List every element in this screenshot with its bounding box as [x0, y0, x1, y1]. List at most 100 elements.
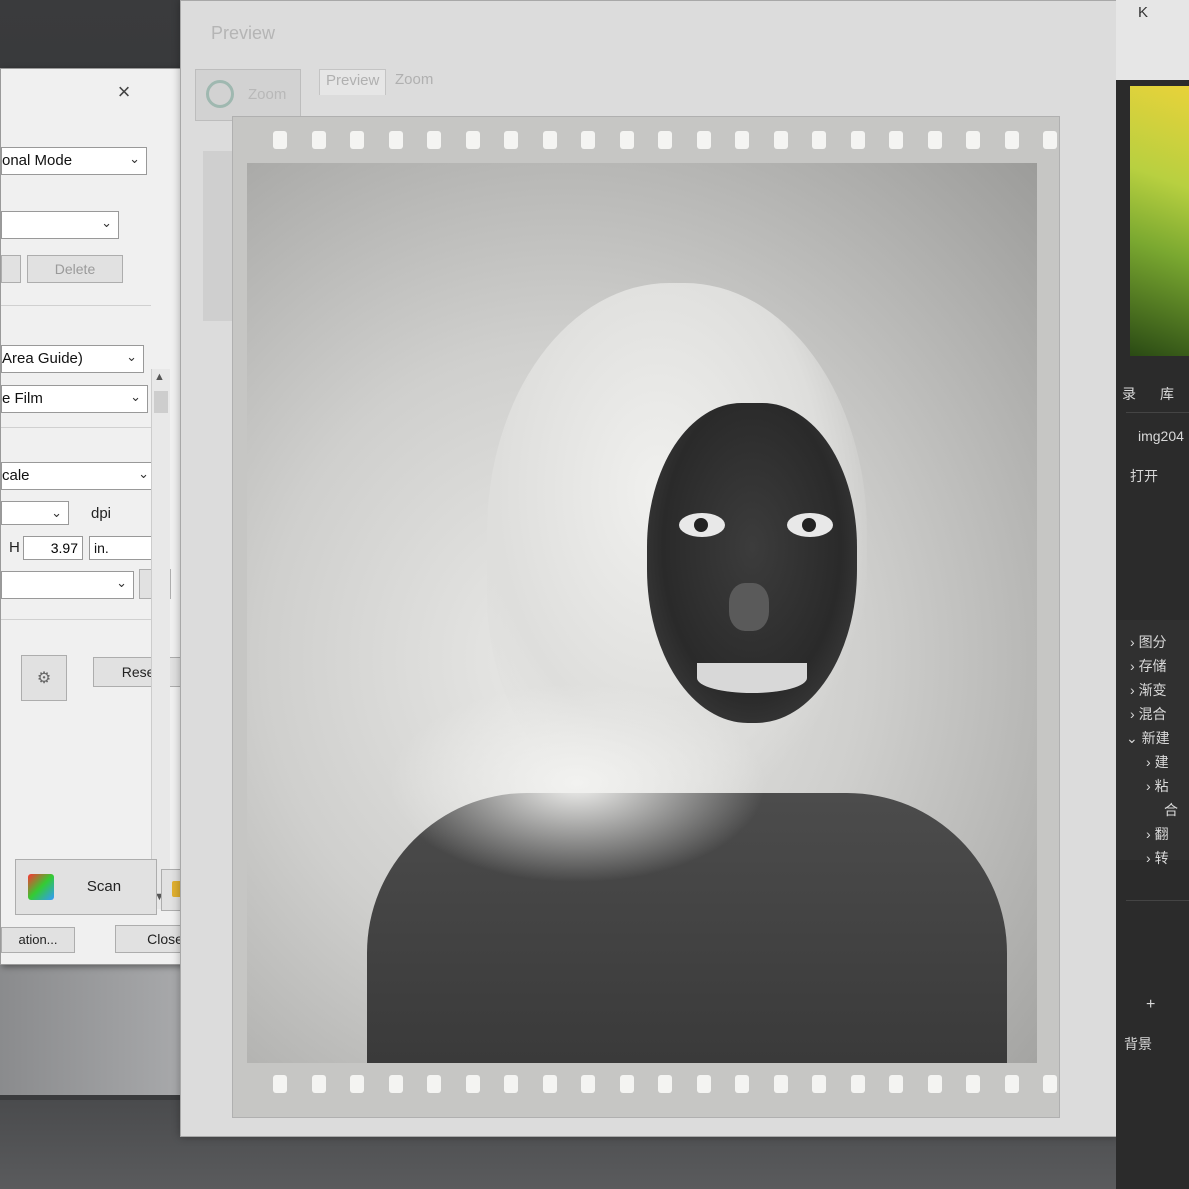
history-item-label: 图分: [1138, 634, 1167, 650]
history-item[interactable]: 合: [1164, 800, 1178, 820]
negative-frame: [247, 163, 1037, 1063]
sprocket-hole: [1043, 131, 1057, 149]
mode-select-value: onal Mode: [2, 152, 73, 169]
color-picker-field[interactable]: [1130, 86, 1189, 356]
window-title: Preview: [211, 23, 276, 43]
nose: [729, 583, 769, 631]
history-item[interactable]: › 建: [1146, 752, 1169, 772]
close-icon[interactable]: ×: [113, 81, 135, 103]
sprocket-hole: [812, 131, 826, 149]
auto-adjust-icon: ⚙: [36, 670, 52, 687]
sprocket-hole: [388, 131, 403, 149]
image-type-value: cale: [2, 467, 30, 484]
divider: [1126, 900, 1189, 901]
document-source-select[interactable]: Area Guide) ⌄: [1, 345, 144, 373]
history-item-label: 翻: [1154, 826, 1169, 842]
history-item-label: 渐变: [1138, 682, 1167, 698]
history-item[interactable]: › 翻: [1146, 824, 1169, 844]
height-input[interactable]: 3.97: [23, 536, 83, 560]
reset-button[interactable]: Reset: [93, 657, 187, 687]
add-layer-icon[interactable]: +: [1146, 996, 1155, 1014]
settings-scrollbar[interactable]: ▲ ▼: [151, 369, 170, 909]
sprocket-hole: [1004, 1075, 1019, 1093]
sprocket-hole: [658, 131, 672, 149]
film-type-value: e Film: [2, 390, 43, 407]
sprocket-hole: [504, 131, 518, 149]
settings-select[interactable]: ⌄: [1, 211, 119, 239]
background-layer-label: 背景: [1124, 1036, 1152, 1052]
history-open-item[interactable]: 打开: [1130, 466, 1158, 486]
image-type-select[interactable]: cale ⌄: [1, 462, 156, 490]
sprocket-hole: [927, 1075, 942, 1093]
history-item-label: 存储: [1138, 658, 1167, 674]
sprocket-hole: [966, 131, 980, 149]
history-item-label: 新建: [1141, 730, 1170, 746]
sprocket-hole: [542, 1075, 557, 1093]
history-file-name: img204: [1138, 428, 1184, 444]
history-item-label: 转: [1154, 850, 1169, 866]
sprocket-hole: [388, 1075, 403, 1093]
history-item[interactable]: › 混合: [1130, 704, 1167, 724]
sprocket-holes-bottom: [233, 1075, 1059, 1099]
sprocket-hole: [465, 1075, 480, 1093]
right-eye: [787, 513, 833, 537]
divider: [1126, 412, 1189, 413]
delete-button[interactable]: Delete: [27, 255, 123, 283]
zoom-button[interactable]: Zoom: [195, 69, 301, 121]
sprocket-hole: [273, 1075, 287, 1093]
chevron-down-icon: ⌄: [129, 151, 140, 166]
configuration-button[interactable]: ation...: [1, 927, 75, 953]
history-item-label: 建: [1154, 754, 1169, 770]
sprocket-hole: [311, 131, 326, 149]
tab-preview[interactable]: Preview: [319, 69, 387, 95]
tab-library[interactable]: 库: [1160, 384, 1174, 404]
sprocket-hole: [581, 131, 595, 149]
resolution-select[interactable]: ⌄: [1, 501, 69, 525]
sprocket-hole: [773, 131, 788, 149]
sprocket-hole: [350, 131, 364, 149]
history-item[interactable]: › 转: [1146, 848, 1169, 868]
history-item[interactable]: › 图分: [1130, 632, 1167, 652]
sprocket-hole: [735, 131, 749, 149]
target-size-select[interactable]: ⌄: [1, 571, 134, 599]
chevron-down-icon: ⌄: [130, 389, 141, 404]
divider: [1, 305, 151, 306]
history-item[interactable]: › 粘: [1146, 776, 1169, 796]
save-setting-button[interactable]: [1, 255, 21, 283]
divider: [1, 427, 151, 428]
history-item[interactable]: › 渐变: [1130, 680, 1167, 700]
film-negative-preview: [232, 116, 1060, 1118]
sprocket-hole: [696, 1075, 711, 1093]
height-label: H: [9, 539, 20, 556]
chevron-down-icon: ⌄: [51, 505, 62, 520]
scanner-icon: [28, 874, 54, 900]
history-item[interactable]: ⌄ 新建: [1126, 728, 1170, 748]
sprocket-hole: [889, 131, 903, 149]
mode-select[interactable]: onal Mode ⌄: [1, 147, 147, 175]
history-item[interactable]: › 存储: [1130, 656, 1167, 676]
history-item-label: 混合: [1138, 706, 1167, 722]
sprocket-hole: [465, 131, 480, 149]
history-item-label: 粘: [1154, 778, 1169, 794]
tab-history[interactable]: 录: [1122, 384, 1136, 404]
dpi-label: dpi: [91, 505, 112, 522]
panel-header: K: [1116, 0, 1189, 80]
sprocket-hole: [504, 1075, 518, 1093]
sprocket-hole: [889, 1075, 903, 1093]
sprocket-hole: [927, 131, 942, 149]
sprocket-hole: [427, 131, 441, 149]
scan-button-label: Scan: [86, 878, 122, 895]
scrollbar-thumb[interactable]: [154, 391, 168, 413]
zoom-button-label: Zoom: [248, 86, 287, 103]
sprocket-hole: [850, 1075, 865, 1093]
scan-button[interactable]: Scan: [15, 859, 157, 915]
sprocket-hole: [350, 1075, 364, 1093]
scroll-up-icon[interactable]: ▲: [154, 371, 165, 383]
sprocket-hole: [658, 1075, 672, 1093]
color-mode-label: K: [1138, 4, 1149, 21]
film-type-select[interactable]: e Film ⌄: [1, 385, 148, 413]
auto-exposure-button[interactable]: ⚙: [21, 655, 67, 701]
tab-zoom[interactable]: Zoom: [389, 69, 439, 95]
magnifier-icon: [206, 80, 234, 108]
sprocket-hole: [773, 1075, 788, 1093]
